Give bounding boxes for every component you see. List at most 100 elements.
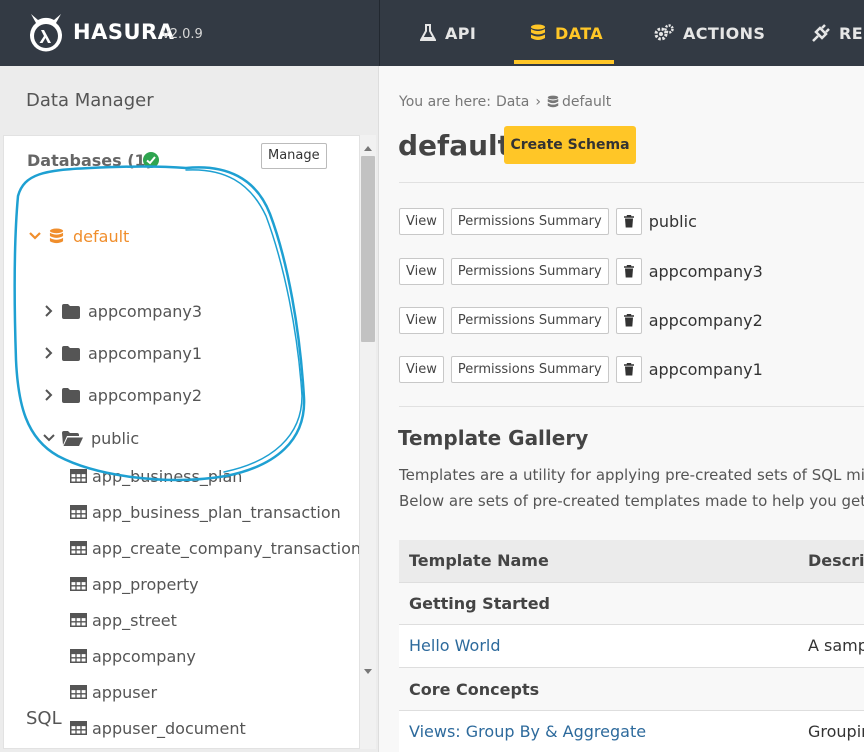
- table-icon: [70, 721, 87, 735]
- folder-open-icon: [62, 430, 83, 446]
- chevron-down-icon: [40, 434, 58, 442]
- navbar-divider: [379, 0, 380, 66]
- tree-schema[interactable]: appcompany1: [40, 335, 202, 371]
- tree-schema-public[interactable]: public: [40, 420, 139, 456]
- column-header-description: Descrip: [808, 551, 864, 570]
- delete-schema-button[interactable]: [615, 306, 642, 334]
- template-link[interactable]: Hello World: [409, 636, 501, 655]
- database-icon: [49, 228, 64, 243]
- chevron-right-icon: [40, 305, 58, 317]
- template-gallery-desc: Templates are a utility for applying pre…: [399, 466, 864, 484]
- brand-name[interactable]: HASURA: [73, 20, 174, 44]
- create-schema-button[interactable]: Create Schema: [504, 126, 636, 164]
- tree-schema[interactable]: appcompany3: [40, 293, 202, 329]
- table-icon: [70, 577, 87, 591]
- table-label: app_business_plan_transaction: [92, 502, 341, 522]
- nav-api[interactable]: API: [420, 0, 476, 66]
- nav-remote-schemas[interactable]: RE: [810, 0, 863, 66]
- tree-table[interactable]: app_business_plan_transaction: [70, 494, 341, 530]
- tree-table[interactable]: app_street: [70, 602, 177, 638]
- template-group-label: Core Concepts: [409, 680, 540, 699]
- chevron-down-icon: [26, 232, 44, 240]
- permissions-summary-button[interactable]: Permissions Summary: [450, 306, 609, 334]
- chevron-right-icon: [40, 389, 58, 401]
- table-label: app_business_plan: [92, 466, 243, 486]
- scroll-down-arrow-icon[interactable]: [364, 669, 372, 674]
- plug-icon: [812, 24, 830, 42]
- template-group-label: Getting Started: [409, 594, 550, 613]
- trash-icon: [623, 362, 634, 375]
- scroll-up-arrow-icon[interactable]: [364, 146, 372, 151]
- tree-table[interactable]: app_business_plan: [70, 458, 242, 494]
- hasura-logo-icon[interactable]: [26, 10, 66, 54]
- divider: [399, 182, 864, 183]
- folder-icon: [62, 345, 80, 361]
- breadcrumb: You are here: Data › default: [399, 94, 611, 110]
- trash-icon: [623, 264, 634, 277]
- flask-icon: [420, 24, 436, 41]
- tree-db-default[interactable]: default: [26, 218, 129, 254]
- manage-button[interactable]: Manage: [261, 143, 327, 169]
- schema-label: appcompany3: [88, 301, 203, 321]
- table-label: app_property: [92, 574, 199, 594]
- schema-name: appcompany2: [648, 310, 763, 330]
- schema-row: View Permissions Summary appcompany2: [399, 306, 763, 334]
- template-gallery-desc: Below are sets of pre-created templates …: [399, 492, 864, 510]
- trash-icon: [623, 214, 634, 227]
- table-icon: [70, 613, 87, 627]
- table-label: appuser: [92, 682, 158, 702]
- main-content: You are here: Data › default default Cre…: [380, 66, 864, 752]
- nav-data-label: DATA: [555, 23, 604, 43]
- row-divider: [399, 582, 864, 583]
- view-button[interactable]: View: [399, 306, 444, 334]
- view-button[interactable]: View: [399, 355, 444, 383]
- tree-table[interactable]: appuser_document: [70, 710, 246, 746]
- schema-label: appcompany1: [88, 343, 203, 363]
- row-divider: [399, 667, 864, 668]
- schema-label: appcompany2: [88, 385, 203, 405]
- table-label: app_create_company_transaction: [92, 538, 360, 558]
- folder-icon: [62, 303, 80, 319]
- delete-schema-button[interactable]: [615, 257, 642, 285]
- nav-data[interactable]: DATA: [530, 0, 603, 66]
- breadcrumb-current[interactable]: default: [562, 94, 611, 110]
- schema-name: appcompany1: [648, 359, 763, 379]
- tree-table[interactable]: appuser: [70, 674, 157, 710]
- tree-table[interactable]: app_property: [70, 566, 199, 602]
- permissions-summary-button[interactable]: Permissions Summary: [450, 207, 609, 235]
- chevron-right-icon: [40, 347, 58, 359]
- trash-icon: [623, 313, 634, 326]
- delete-schema-button[interactable]: [615, 355, 642, 383]
- page-title: default: [398, 129, 512, 162]
- sidebar-sql-link[interactable]: SQL: [26, 708, 62, 729]
- schema-name: public: [648, 211, 697, 231]
- tree-schema[interactable]: appcompany2: [40, 377, 202, 413]
- tree-table[interactable]: appcompany: [70, 638, 196, 674]
- nav-actions[interactable]: ACTIONS: [654, 0, 765, 66]
- template-gallery-title: Template Gallery: [398, 426, 589, 450]
- breadcrumb-data-link[interactable]: Data: [496, 94, 529, 110]
- tree-table[interactable]: app_create_company_transaction: [70, 530, 360, 566]
- sidebar: Data Manager Databases (1) Manage defaul…: [0, 66, 379, 752]
- db-name-label: default: [73, 226, 130, 246]
- database-tree: Databases (1) Manage default appcompany3…: [3, 135, 360, 749]
- nav-api-label: API: [445, 23, 477, 43]
- version-label: v2.0.9: [162, 27, 203, 42]
- view-button[interactable]: View: [399, 257, 444, 285]
- table-icon: [70, 469, 87, 483]
- database-icon: [547, 95, 559, 108]
- permissions-summary-button[interactable]: Permissions Summary: [450, 257, 609, 285]
- permissions-summary-button[interactable]: Permissions Summary: [450, 355, 609, 383]
- delete-schema-button[interactable]: [615, 207, 642, 235]
- table-icon: [70, 541, 87, 555]
- databases-heading: Databases (1): [27, 151, 153, 170]
- gears-icon: [654, 24, 674, 41]
- schema-name: appcompany3: [648, 261, 763, 281]
- view-button[interactable]: View: [399, 207, 444, 235]
- tree-scrollbar-thumb[interactable]: [361, 156, 375, 342]
- template-description: Groupin: [808, 722, 864, 741]
- nav-actions-label: ACTIONS: [683, 23, 766, 43]
- template-link[interactable]: Views: Group By & Aggregate: [409, 722, 646, 741]
- template-description: A samp: [808, 636, 864, 655]
- top-navbar: HASURA v2.0.9 API DATA ACTIONS RE: [0, 0, 864, 66]
